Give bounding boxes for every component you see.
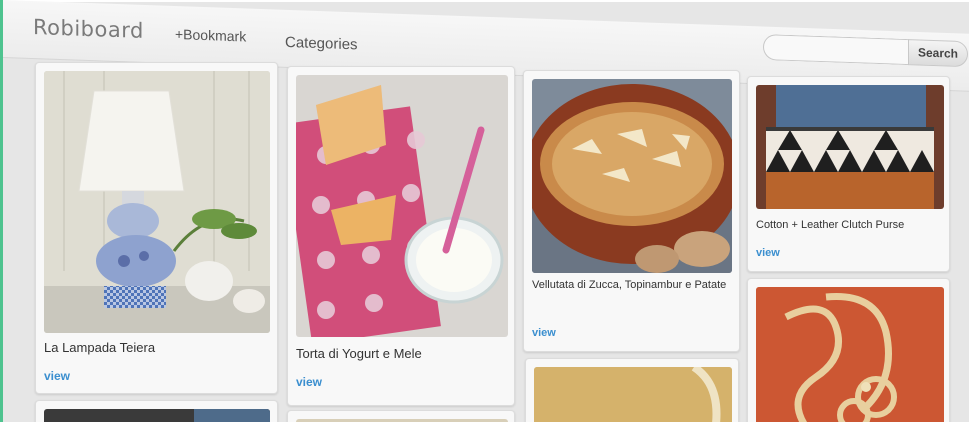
app-window: Robiboard +Bookmark Categories Search La…: [0, 0, 969, 422]
card-view-link[interactable]: view: [532, 327, 556, 339]
yellow-photo-image: [534, 367, 732, 422]
card-view-link[interactable]: view: [756, 247, 780, 259]
card-view-link[interactable]: view: [44, 369, 70, 383]
bookmark-link[interactable]: +Bookmark: [175, 26, 246, 44]
card-image[interactable]: [756, 287, 944, 422]
clutch-purse-image: [756, 85, 944, 209]
card-dark[interactable]: [35, 400, 278, 422]
search-button[interactable]: Search: [908, 39, 968, 68]
cake-yogurt-image: [296, 75, 508, 337]
card-necklace[interactable]: [747, 278, 950, 422]
card-image[interactable]: [534, 367, 732, 422]
card-image[interactable]: [44, 409, 270, 422]
rope-necklace-image: [756, 287, 944, 422]
card-yellow[interactable]: [525, 358, 739, 422]
teapot-lamp-image: [44, 71, 270, 333]
card-image[interactable]: [44, 71, 270, 333]
card-title[interactable]: La Lampada Teiera: [44, 339, 155, 357]
categories-link[interactable]: Categories: [285, 34, 358, 54]
dark-photo-image: [44, 409, 270, 422]
card-image[interactable]: [532, 79, 732, 273]
card-title[interactable]: Torta di Yogurt e Mele: [296, 345, 422, 363]
card-title[interactable]: Vellutata di Zucca, Topinambur e Patate: [532, 277, 732, 293]
card-food[interactable]: [287, 410, 515, 422]
soup-bowl-image: [532, 79, 732, 273]
card-soup[interactable]: Vellutata di Zucca, Topinambur e Patate …: [523, 70, 740, 352]
card-cake[interactable]: Torta di Yogurt e Mele view: [287, 66, 515, 406]
card-clutch[interactable]: Cotton + Leather Clutch Purse view: [747, 76, 950, 272]
card-image[interactable]: [296, 75, 508, 337]
site-logo[interactable]: Robiboard: [33, 15, 144, 43]
card-title[interactable]: Cotton + Leather Clutch Purse: [756, 217, 904, 233]
card-image[interactable]: [756, 85, 944, 209]
card-teapot-lamp[interactable]: La Lampada Teiera view: [35, 62, 278, 394]
search-input[interactable]: [763, 34, 909, 66]
card-view-link[interactable]: view: [296, 375, 322, 389]
